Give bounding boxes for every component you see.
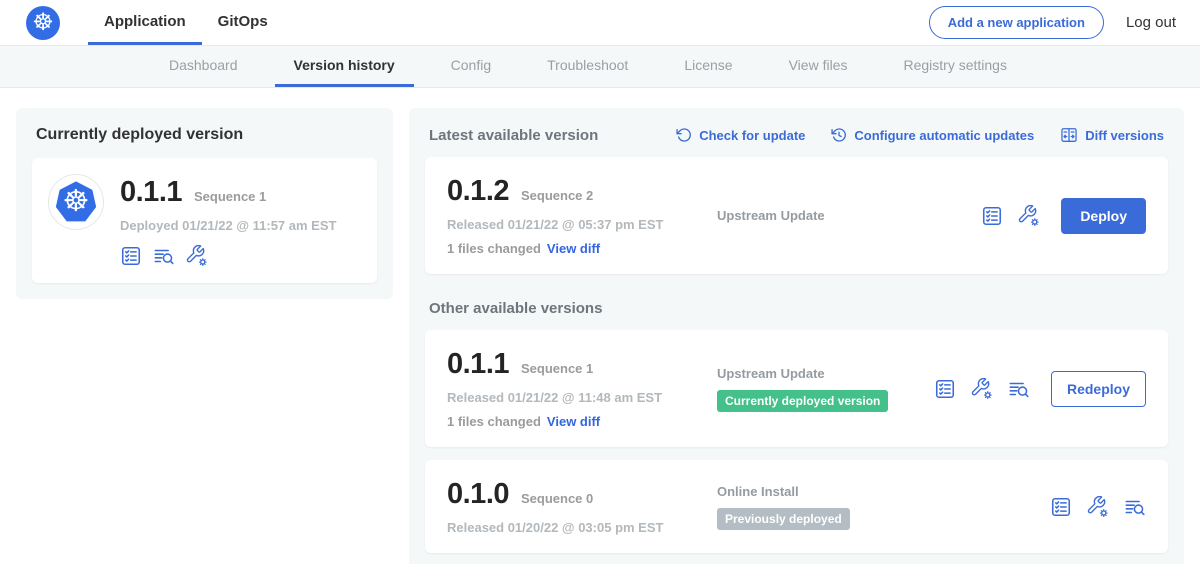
files-changed: 1 files changed	[447, 414, 541, 429]
clock-circular-arrow-icon	[831, 127, 847, 143]
app-subnav: Dashboard Version history Config Trouble…	[0, 46, 1200, 88]
version-source: Upstream Update	[717, 208, 973, 223]
tab-application[interactable]: Application	[88, 0, 202, 45]
circular-arrow-icon	[676, 127, 692, 143]
subnav-item-registry-settings[interactable]: Registry settings	[884, 46, 1025, 87]
logout-button[interactable]: Log out	[1126, 14, 1176, 31]
app-tabs: Application GitOps	[88, 0, 284, 45]
check-for-update-label: Check for update	[699, 128, 805, 143]
version-number: 0.1.0	[447, 478, 509, 511]
version-row-0-1-1: 0.1.1 Sequence 1 Released 01/21/22 @ 11:…	[425, 330, 1168, 447]
version-number: 0.1.1	[447, 348, 509, 381]
subnav-item-dashboard[interactable]: Dashboard	[150, 46, 257, 87]
version-sequence: Sequence 1	[521, 361, 593, 376]
deploy-logs-icon[interactable]	[153, 245, 175, 267]
deployed-version-number: 0.1.1	[120, 176, 182, 209]
subnav-item-version-history[interactable]: Version history	[275, 46, 414, 87]
subnav-item-license[interactable]: License	[665, 46, 751, 87]
add-new-application-button[interactable]: Add a new application	[929, 6, 1104, 39]
top-bar: ☸ Application GitOps Add a new applicati…	[0, 0, 1200, 46]
release-notes-checklist-icon[interactable]	[120, 245, 142, 267]
tab-application-label: Application	[104, 13, 186, 30]
check-for-update-link[interactable]: Check for update	[676, 127, 805, 143]
kubernetes-wheel-icon: ☸	[26, 6, 60, 40]
split-diff-icon	[1060, 126, 1078, 144]
release-notes-checklist-icon[interactable]	[934, 378, 956, 400]
deployed-version-card: ☸ 0.1.1 Sequence 1 Deployed 01/21/22 @ 1…	[32, 158, 377, 283]
redeploy-button[interactable]: Redeploy	[1051, 371, 1146, 407]
subnav-item-troubleshoot[interactable]: Troubleshoot	[528, 46, 647, 87]
version-sequence: Sequence 2	[521, 188, 593, 203]
deployed-card-title: Currently deployed version	[36, 126, 377, 144]
diff-versions-label: Diff versions	[1085, 128, 1164, 143]
version-history-panel: Latest available version Check for updat…	[409, 108, 1184, 564]
edit-config-wrench-gear-icon[interactable]	[971, 378, 993, 400]
subnav-item-config[interactable]: Config	[432, 46, 510, 87]
main-content: Currently deployed version ☸ 0.1.1 Seque…	[0, 88, 1200, 564]
released-date: Released 01/21/22 @ 11:48 am EST	[447, 390, 699, 405]
edit-config-wrench-gear-icon[interactable]	[1087, 496, 1109, 518]
configure-automatic-updates-label: Configure automatic updates	[854, 128, 1034, 143]
currently-deployed-card: Currently deployed version ☸ 0.1.1 Seque…	[16, 108, 393, 299]
previously-deployed-badge: Previously deployed	[717, 508, 850, 530]
deployed-version-sequence: Sequence 1	[194, 189, 266, 204]
diff-versions-link[interactable]: Diff versions	[1060, 126, 1164, 144]
released-date: Released 01/21/22 @ 05:37 pm EST	[447, 217, 699, 232]
release-notes-checklist-icon[interactable]	[1050, 496, 1072, 518]
view-diff-link[interactable]: View diff	[547, 241, 600, 256]
tab-gitops-label: GitOps	[218, 13, 268, 30]
deploy-logs-icon[interactable]	[1124, 496, 1146, 518]
currently-deployed-badge: Currently deployed version	[717, 390, 888, 412]
deploy-button[interactable]: Deploy	[1061, 198, 1146, 234]
release-notes-checklist-icon[interactable]	[981, 205, 1003, 227]
deploy-logs-icon[interactable]	[1008, 378, 1030, 400]
version-row-0-1-0: 0.1.0 Sequence 0 Released 01/20/22 @ 03:…	[425, 460, 1168, 553]
app-logo: ☸	[48, 174, 104, 230]
kubernetes-heptagon-icon: ☸	[55, 181, 97, 223]
version-sequence: Sequence 0	[521, 491, 593, 506]
subnav-item-view-files[interactable]: View files	[770, 46, 867, 87]
version-source: Online Install	[717, 484, 1042, 499]
version-row-0-1-2: 0.1.2 Sequence 2 Released 01/21/22 @ 05:…	[425, 157, 1168, 274]
edit-config-wrench-gear-icon[interactable]	[186, 245, 208, 267]
edit-config-wrench-gear-icon[interactable]	[1018, 205, 1040, 227]
version-source: Upstream Update	[717, 366, 926, 381]
released-date: Released 01/20/22 @ 03:05 pm EST	[447, 520, 699, 535]
latest-available-title: Latest available version	[429, 127, 598, 144]
deployed-date: Deployed 01/21/22 @ 11:57 am EST	[120, 218, 336, 233]
tab-gitops[interactable]: GitOps	[202, 0, 284, 45]
configure-automatic-updates-link[interactable]: Configure automatic updates	[831, 127, 1034, 143]
other-available-title: Other available versions	[429, 300, 1164, 317]
version-number: 0.1.2	[447, 175, 509, 208]
view-diff-link[interactable]: View diff	[547, 414, 600, 429]
files-changed: 1 files changed	[447, 241, 541, 256]
